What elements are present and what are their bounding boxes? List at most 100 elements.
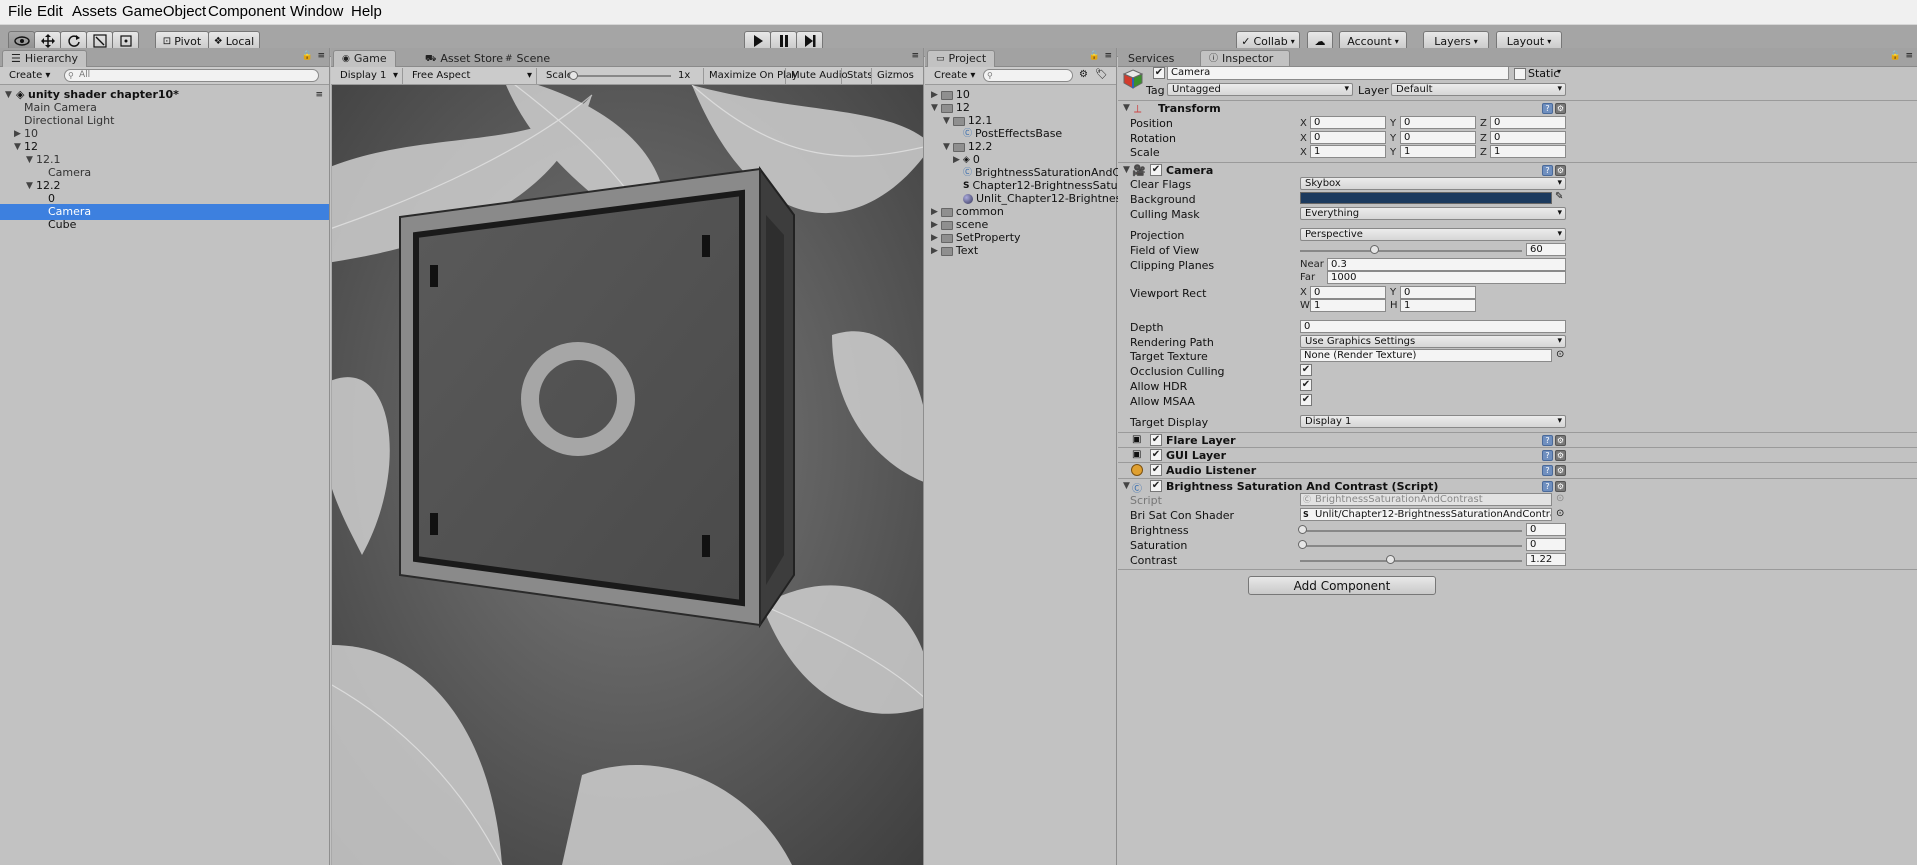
help-icon[interactable]: ?	[1542, 465, 1553, 476]
viewport-x-input[interactable]: 0	[1310, 286, 1386, 299]
menu-component[interactable]: Component	[208, 3, 286, 20]
audio-listener-help-settings[interactable]: ? ⚙	[1542, 465, 1568, 477]
expand-triangle-icon[interactable]: ▼	[931, 100, 938, 116]
expand-triangle-icon[interactable]: ▼	[1123, 481, 1130, 491]
panel-menu-icon[interactable]: ≡	[317, 51, 325, 61]
allow-msaa-checkbox[interactable]: ✔	[1300, 394, 1312, 406]
display-dropdown[interactable]: Display 1 ▾	[335, 68, 403, 84]
project-folder-text[interactable]: ▶ Text	[931, 243, 978, 259]
panel-menu-icon[interactable]: ≡	[1905, 51, 1913, 61]
menu-gameobject[interactable]: GameObject	[122, 3, 206, 20]
flare-layer-help-settings[interactable]: ? ⚙	[1542, 435, 1568, 447]
gui-layer-help-settings[interactable]: ? ⚙	[1542, 450, 1568, 462]
transform-header[interactable]: ▼ ⟂ Transform ? ⚙	[1118, 100, 1917, 116]
help-icon[interactable]: ?	[1542, 103, 1553, 114]
fov-slider[interactable]	[1300, 250, 1522, 252]
object-picker-icon[interactable]: ⊙	[1556, 508, 1564, 519]
position-x-input[interactable]: 0	[1310, 116, 1386, 129]
allow-hdr-checkbox[interactable]: ✔	[1300, 379, 1312, 391]
contrast-input[interactable]: 1.22	[1526, 553, 1566, 566]
object-picker-icon[interactable]: ⊙	[1556, 349, 1564, 360]
gameobject-name-input[interactable]: Camera	[1167, 66, 1509, 80]
camera-help-settings[interactable]: ? ⚙	[1542, 165, 1568, 177]
add-component-button[interactable]: Add Component	[1248, 576, 1436, 595]
lock-icon[interactable]: 🔒	[1089, 51, 1100, 61]
hierarchy-create-button[interactable]: Create ▾	[4, 68, 55, 84]
expand-triangle-icon[interactable]: ▼	[1123, 103, 1130, 113]
target-display-dropdown[interactable]: Display 1	[1300, 415, 1566, 428]
expand-triangle-icon[interactable]: ▼	[943, 139, 950, 155]
tag-dropdown[interactable]: Untagged	[1167, 83, 1353, 96]
menu-assets[interactable]: Assets	[72, 3, 117, 20]
audio-listener-checkbox[interactable]: ✔	[1150, 464, 1162, 476]
static-checkbox[interactable]	[1514, 68, 1526, 80]
target-texture-field[interactable]: None (Render Texture)	[1300, 349, 1552, 362]
scale-y-input[interactable]: 1	[1400, 145, 1476, 158]
help-icon[interactable]: ?	[1542, 481, 1553, 492]
contrast-slider-knob[interactable]	[1386, 555, 1395, 564]
collapsed-triangle-icon[interactable]: ▶	[931, 243, 938, 259]
saturation-input[interactable]: 0	[1526, 538, 1566, 551]
chevron-down-icon[interactable]: ▾	[1557, 67, 1561, 76]
transform-help-settings[interactable]: ? ⚙	[1542, 103, 1568, 115]
project-create-button[interactable]: Create ▾	[929, 68, 980, 84]
scale-z-input[interactable]: 1	[1490, 145, 1566, 158]
depth-input[interactable]: 0	[1300, 320, 1566, 333]
viewport-h-input[interactable]: 1	[1400, 299, 1476, 312]
brightness-slider-knob[interactable]	[1298, 525, 1307, 534]
near-input[interactable]: 0.3	[1327, 258, 1566, 271]
project-search-input[interactable]: ⚲	[983, 69, 1073, 82]
brightness-input[interactable]: 0	[1526, 523, 1566, 536]
collapsed-triangle-icon[interactable]: ▶	[953, 152, 960, 168]
help-icon[interactable]: ?	[1542, 435, 1553, 446]
brightness-slider[interactable]	[1300, 530, 1522, 532]
gui-layer-header[interactable]: ▣ ✔ GUI Layer ? ⚙	[1118, 447, 1917, 463]
help-icon[interactable]: ?	[1542, 165, 1553, 176]
gizmos-dropdown[interactable]: Gizmos ▾	[871, 68, 923, 96]
lock-icon[interactable]: 🔒	[1890, 51, 1901, 61]
gear-icon[interactable]: ⚙	[1555, 435, 1566, 446]
position-z-input[interactable]: 0	[1490, 116, 1566, 129]
position-y-input[interactable]: 0	[1400, 116, 1476, 129]
fov-slider-knob[interactable]	[1370, 245, 1379, 254]
help-icon[interactable]: ?	[1542, 450, 1553, 461]
filter-type-icon[interactable]: ⚙	[1079, 69, 1088, 80]
gear-icon[interactable]: ⚙	[1555, 450, 1566, 461]
hierarchy-search-input[interactable]: ⚲ All	[64, 69, 319, 82]
projection-dropdown[interactable]: Perspective	[1300, 228, 1566, 241]
flare-layer-checkbox[interactable]: ✔	[1150, 434, 1162, 446]
flare-layer-header[interactable]: ▣ ✔ Flare Layer ? ⚙	[1118, 432, 1917, 448]
game-viewport[interactable]	[332, 85, 923, 865]
tab-services[interactable]: Services	[1120, 50, 1182, 67]
gear-icon[interactable]: ⚙	[1555, 165, 1566, 176]
lock-icon[interactable]: 🔒	[302, 51, 313, 61]
gear-icon[interactable]: ⚙	[1555, 103, 1566, 114]
saturation-slider[interactable]	[1300, 545, 1522, 547]
script-component-header[interactable]: ▼ Ⓒ ✔ Brightness Saturation And Contrast…	[1118, 478, 1917, 495]
contrast-slider[interactable]	[1300, 560, 1522, 562]
gear-icon[interactable]: ⚙	[1555, 465, 1566, 476]
rotation-y-input[interactable]: 0	[1400, 131, 1476, 144]
gameobject-active-checkbox[interactable]: ✔	[1153, 67, 1165, 79]
audio-listener-header[interactable]: ✔ Audio Listener ? ⚙	[1118, 462, 1917, 478]
menu-edit[interactable]: Edit	[37, 3, 63, 20]
gear-icon[interactable]: ⚙	[1555, 481, 1566, 492]
tab-project[interactable]: ▭ Project	[927, 50, 996, 67]
scale-slider-knob[interactable]	[569, 71, 578, 80]
panel-menu-icon[interactable]: ≡	[911, 51, 919, 61]
script-enabled-checkbox[interactable]: ✔	[1150, 480, 1162, 492]
filter-label-icon[interactable]: 🏷	[1095, 69, 1108, 80]
viewport-y-input[interactable]: 0	[1400, 286, 1476, 299]
rotation-z-input[interactable]: 0	[1490, 131, 1566, 144]
occlusion-culling-checkbox[interactable]: ✔	[1300, 364, 1312, 376]
menu-file[interactable]: File	[8, 3, 32, 20]
fov-input[interactable]: 60	[1526, 243, 1566, 256]
scale-slider[interactable]	[571, 75, 671, 77]
scale-x-input[interactable]: 1	[1310, 145, 1386, 158]
menu-window[interactable]: Window	[290, 3, 343, 20]
eyedropper-icon[interactable]: ✎	[1555, 191, 1563, 202]
gui-layer-checkbox[interactable]: ✔	[1150, 449, 1162, 461]
rendering-path-dropdown[interactable]: Use Graphics Settings	[1300, 335, 1566, 348]
background-color-swatch[interactable]	[1300, 192, 1552, 204]
tab-inspector[interactable]: ⓘ Inspector	[1200, 50, 1290, 67]
